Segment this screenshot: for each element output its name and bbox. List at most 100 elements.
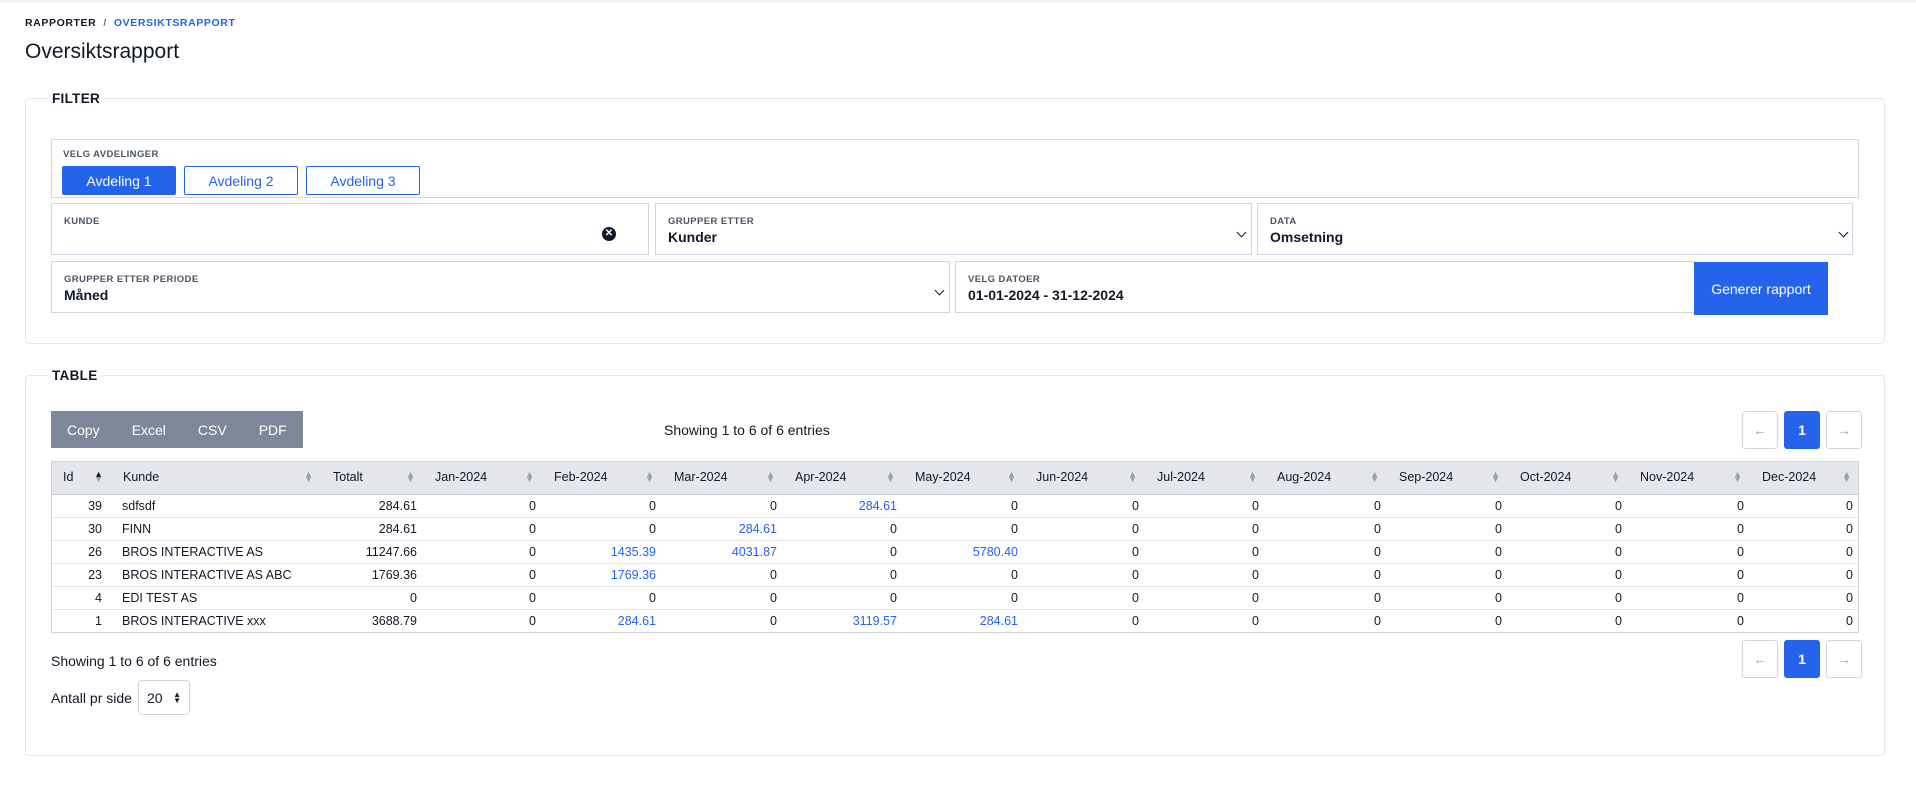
chevron-down-icon: [934, 285, 945, 296]
cell-month-value: 0: [1750, 540, 1859, 564]
kunde-field[interactable]: KUNDE ✕: [51, 203, 649, 255]
cell-month-value: 0: [1265, 609, 1387, 633]
cell-month-value: 0: [1265, 563, 1387, 587]
column-header[interactable]: Jun-2024 ▲ ▼: [1024, 461, 1145, 495]
sort-icon: ▲ ▼: [1611, 469, 1620, 484]
column-header[interactable]: Apr-2024 ▲ ▼: [783, 461, 903, 495]
data-select[interactable]: DATA Omsetning: [1257, 203, 1853, 255]
department-button-3[interactable]: Avdeling 3: [306, 166, 420, 195]
per-page-select[interactable]: 20 ▲ ▼: [138, 680, 190, 715]
sort-icon: ▲ ▼: [304, 469, 313, 484]
department-button-2[interactable]: Avdeling 2: [184, 166, 298, 195]
cell-month-value[interactable]: 284.61: [542, 609, 662, 633]
column-header[interactable]: Mar-2024 ▲ ▼: [662, 461, 783, 495]
date-range-label: VELG DATOER: [968, 274, 1041, 285]
cell-month-value: 0: [423, 540, 542, 564]
cell-month-value: 0: [1508, 609, 1628, 633]
csv-button[interactable]: CSV: [182, 411, 243, 448]
column-header-label: Dec-2024: [1762, 470, 1817, 485]
copy-button[interactable]: Copy: [51, 411, 116, 448]
grupper-periode-select[interactable]: GRUPPER ETTER PERIODE Måned: [51, 261, 950, 313]
column-header-label: Aug-2024: [1277, 470, 1332, 485]
cell-month-value: 0: [1024, 517, 1145, 541]
chevron-down-icon: [1838, 227, 1849, 238]
column-header-label: Totalt: [333, 470, 363, 485]
cell-id: 1: [51, 609, 111, 633]
cell-month-value: 0: [1024, 586, 1145, 610]
page-1-button[interactable]: 1: [1784, 411, 1820, 449]
cell-month-value[interactable]: 3119.57: [783, 609, 903, 633]
cell-month-value[interactable]: 284.61: [903, 609, 1024, 633]
page-title: Oversiktsrapport: [25, 40, 180, 63]
prev-page-button[interactable]: ←: [1742, 640, 1778, 678]
column-header[interactable]: Kunde ▲ ▼: [111, 461, 321, 495]
date-range-field[interactable]: VELG DATOER 01-01-2024 - 31-12-2024: [955, 261, 1695, 313]
column-header[interactable]: Id ▲ ▼: [51, 461, 111, 495]
cell-month-value[interactable]: 1435.39: [542, 540, 662, 564]
entries-info-bottom: Showing 1 to 6 of 6 entries: [51, 653, 217, 669]
cell-month-value[interactable]: 5780.40: [903, 540, 1024, 564]
cell-month-value: 0: [662, 563, 783, 587]
sort-icon: ▲ ▼: [406, 469, 415, 484]
cell-kunde: BROS INTERACTIVE xxx: [111, 609, 321, 633]
date-range-value[interactable]: 01-01-2024 - 31-12-2024: [968, 287, 1124, 303]
column-header[interactable]: Feb-2024 ▲ ▼: [542, 461, 662, 495]
sort-active-icon: ▲ ▼: [94, 469, 103, 484]
sort-icon: ▲ ▼: [525, 469, 534, 484]
column-header[interactable]: Totalt ▲ ▼: [321, 461, 423, 495]
prev-page-button[interactable]: ←: [1742, 411, 1778, 449]
cell-month-value[interactable]: 4031.87: [662, 540, 783, 564]
column-header[interactable]: Jan-2024 ▲ ▼: [423, 461, 542, 495]
cell-month-value: 0: [1628, 609, 1750, 633]
cell-month-value: 0: [1024, 609, 1145, 633]
cell-kunde: FINN: [111, 517, 321, 541]
column-header[interactable]: Aug-2024 ▲ ▼: [1265, 461, 1387, 495]
cell-month-value[interactable]: 284.61: [783, 494, 903, 518]
cell-month-value[interactable]: 284.61: [662, 517, 783, 541]
sort-icon: ▲ ▼: [1248, 469, 1257, 484]
column-header[interactable]: Jul-2024 ▲ ▼: [1145, 461, 1265, 495]
cell-id: 39: [51, 494, 111, 518]
column-header-label: Id: [63, 470, 74, 485]
table-row: 1 BROS INTERACTIVE xxx 3688.79 0 284.61 0 3119…: [51, 609, 1859, 633]
excel-button[interactable]: Excel: [116, 411, 182, 448]
cell-month-value: 0: [1628, 540, 1750, 564]
cell-total: 3688.79: [321, 609, 423, 633]
cell-month-value: 0: [1265, 494, 1387, 518]
generate-report-button[interactable]: Generer rapport: [1694, 262, 1828, 315]
data-label: DATA: [1270, 216, 1297, 227]
cell-month-value: 0: [662, 494, 783, 518]
cell-month-value: 0: [783, 586, 903, 610]
cell-month-value: 0: [1750, 586, 1859, 610]
grupper-etter-select[interactable]: GRUPPER ETTER Kunder: [655, 203, 1252, 255]
cell-month-value: 0: [1265, 517, 1387, 541]
clear-icon[interactable]: ✕: [602, 227, 616, 241]
cell-month-value: 0: [423, 517, 542, 541]
cell-month-value[interactable]: 1769.36: [542, 563, 662, 587]
grupper-periode-value: Måned: [64, 287, 109, 303]
department-label: VELG AVDELINGER: [63, 149, 159, 160]
sort-icon: ▲ ▼: [1842, 469, 1851, 484]
pdf-button[interactable]: PDF: [243, 411, 303, 448]
next-page-button[interactable]: →: [1826, 411, 1862, 449]
column-header[interactable]: May-2024 ▲ ▼: [903, 461, 1024, 495]
column-header[interactable]: Sep-2024 ▲ ▼: [1387, 461, 1508, 495]
department-button-1[interactable]: Avdeling 1: [62, 166, 176, 195]
cell-total: 284.61: [321, 494, 423, 518]
page-1-button[interactable]: 1: [1784, 640, 1820, 678]
cell-month-value: 0: [1387, 540, 1508, 564]
cell-month-value: 0: [542, 517, 662, 541]
cell-month-value: 0: [1750, 563, 1859, 587]
cell-month-value: 0: [1628, 586, 1750, 610]
next-page-button[interactable]: →: [1826, 640, 1862, 678]
cell-month-value: 0: [903, 517, 1024, 541]
entries-info-top: Showing 1 to 6 of 6 entries: [664, 422, 830, 438]
column-header[interactable]: Nov-2024 ▲ ▼: [1628, 461, 1750, 495]
breadcrumb-rapporter[interactable]: RAPPORTER: [25, 17, 96, 29]
sort-icon: ▲ ▼: [645, 469, 654, 484]
column-header[interactable]: Oct-2024 ▲ ▼: [1508, 461, 1628, 495]
table-row: 23 BROS INTERACTIVE AS ABC 1769.36 0 1769.36…: [51, 563, 1859, 587]
breadcrumb-current[interactable]: OVERSIKTSRAPPORT: [114, 17, 236, 29]
cell-month-value: 0: [1750, 517, 1859, 541]
column-header[interactable]: Dec-2024 ▲ ▼: [1750, 461, 1859, 495]
